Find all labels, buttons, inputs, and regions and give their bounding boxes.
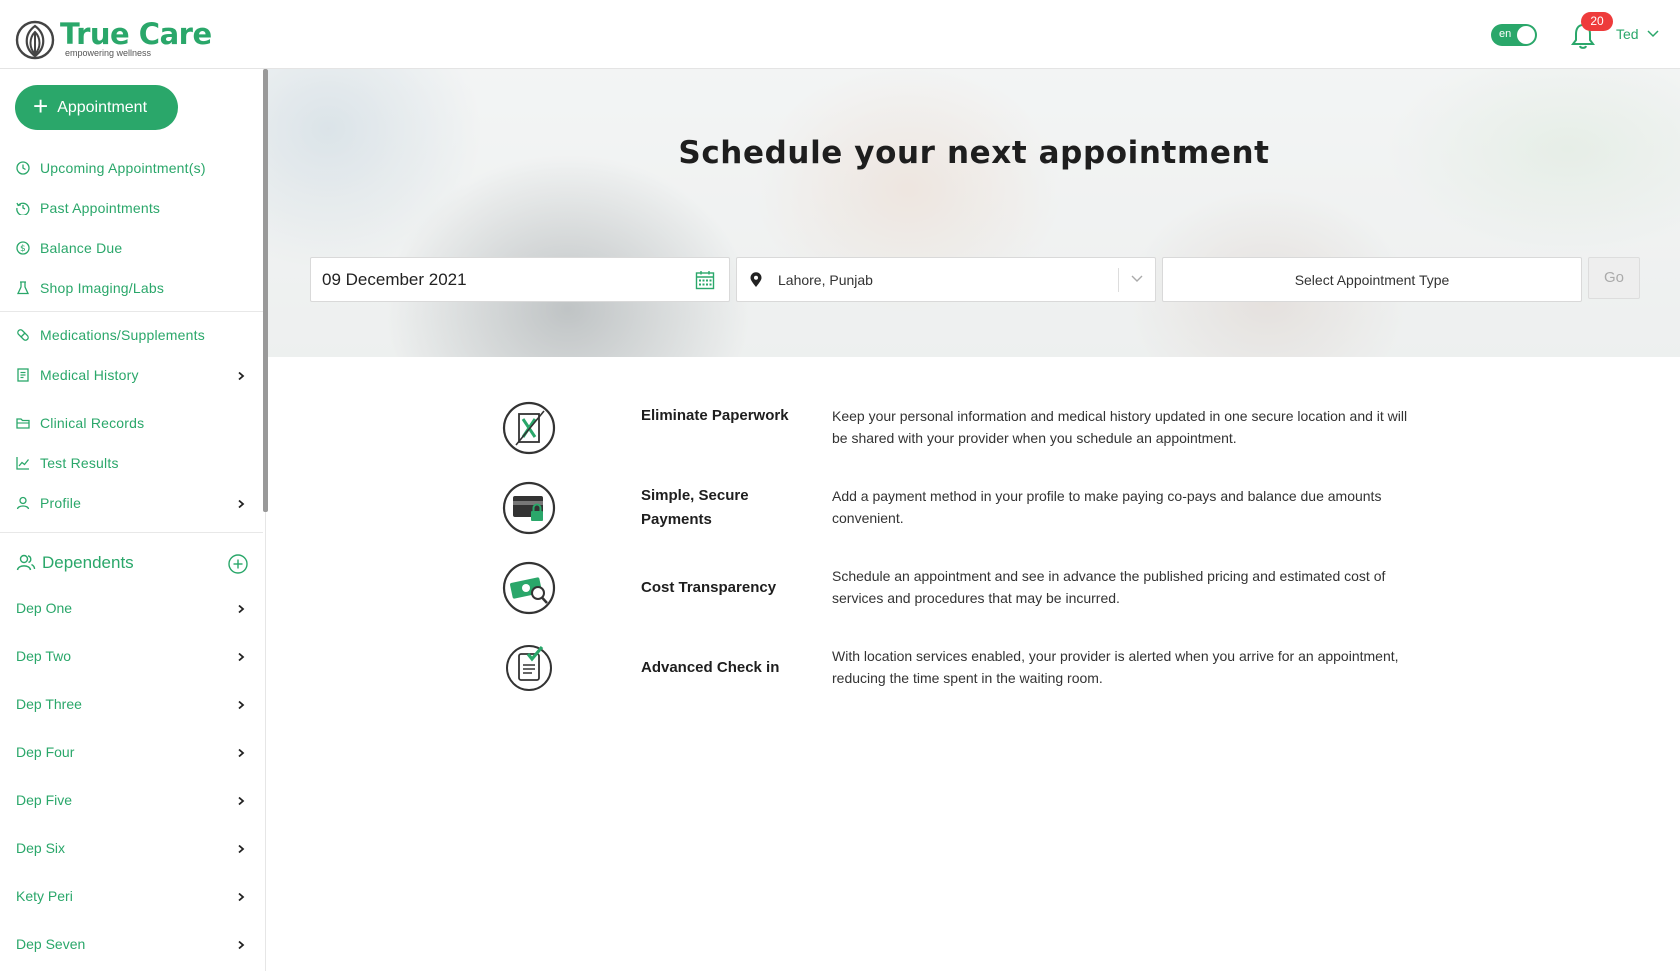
clock-icon	[16, 161, 30, 175]
sidebar-item-medical-history[interactable]: Medical History	[16, 365, 139, 385]
dependent-item[interactable]: Dep Seven	[16, 936, 85, 952]
pill-icon	[17, 329, 29, 341]
date-picker[interactable]: 09 December 2021	[310, 257, 730, 302]
dependent-item[interactable]: Dep Two	[16, 648, 71, 664]
dependent-item[interactable]: Kety Peri	[16, 888, 73, 904]
location-select[interactable]: Lahore, Punjab	[736, 257, 1156, 302]
go-button[interactable]: Go	[1588, 257, 1640, 299]
new-appointment-label: Appointment	[57, 98, 148, 116]
sidebar-item-label: Medications/Supplements	[40, 327, 205, 343]
user-name: Ted	[1616, 26, 1639, 42]
logo-icon	[15, 20, 55, 60]
user-menu[interactable]: Ted	[1616, 26, 1659, 42]
appointment-type-select[interactable]: Select Appointment Type	[1162, 257, 1582, 302]
svg-text:$: $	[20, 244, 26, 254]
sidebar-item-medications[interactable]: Medications/Supplements	[16, 325, 205, 345]
hero-title: Schedule your next appointment	[678, 135, 1270, 171]
user-icon	[16, 496, 30, 510]
feature-description: Keep your personal information and medic…	[832, 408, 1408, 446]
location-value: Lahore, Punjab	[778, 271, 873, 288]
users-icon	[16, 554, 36, 571]
chevron-right-icon[interactable]	[236, 371, 246, 381]
chevron-right-icon[interactable]	[236, 700, 246, 710]
sidebar-item-shop[interactable]: Shop Imaging/Labs	[16, 278, 164, 298]
brand-name: True Care	[60, 17, 212, 51]
language-toggle[interactable]: en	[1491, 24, 1537, 46]
chevron-right-icon[interactable]	[236, 652, 246, 662]
sidebar-item-past[interactable]: Past Appointments	[16, 198, 160, 218]
dependent-item[interactable]: Dep One	[16, 600, 72, 616]
dependent-item[interactable]: Dep Five	[16, 792, 72, 808]
sidebar-item-label: Upcoming Appointment(s)	[40, 160, 206, 176]
dependent-item[interactable]: Dep Six	[16, 840, 65, 856]
sidebar-item-label: Balance Due	[40, 240, 123, 256]
brand-logo[interactable]: True Care empowering wellness	[14, 18, 212, 60]
sidebar-item-profile[interactable]: Profile	[16, 493, 81, 513]
calendar-icon[interactable]	[695, 270, 715, 290]
chart-icon	[16, 457, 30, 470]
sidebar-item-balance[interactable]: $ Balance Due	[16, 238, 122, 258]
sidebar-item-label: Medical History	[40, 367, 139, 383]
dependent-item[interactable]: Dep Four	[16, 744, 74, 760]
chevron-right-icon[interactable]	[236, 940, 246, 950]
sidebar-item-test-results[interactable]: Test Results	[16, 453, 119, 473]
sidebar-divider	[0, 311, 263, 312]
sidebar-item-label: Clinical Records	[40, 415, 145, 431]
toggle-knob	[1517, 26, 1535, 44]
sidebar-item-label: Test Results	[40, 455, 119, 471]
appointment-type-value: Select Appointment Type	[1294, 271, 1450, 288]
chevron-down-icon[interactable]	[1131, 275, 1143, 283]
feature-title: Advanced Check in	[641, 659, 780, 676]
hero-banner: Schedule your next appointment 09 Decemb…	[268, 69, 1680, 357]
flask-icon	[16, 281, 30, 295]
chevron-right-icon[interactable]	[236, 748, 246, 758]
chevron-right-icon[interactable]	[236, 604, 246, 614]
plus-icon: +	[33, 90, 49, 121]
feature-title: Eliminate Paperwork	[641, 407, 789, 424]
chevron-right-icon[interactable]	[236, 844, 246, 854]
checkin-icon	[506, 645, 552, 691]
date-value: 09 December 2021	[322, 269, 467, 289]
add-dependent-icon[interactable]	[228, 554, 248, 574]
history-icon	[16, 202, 30, 215]
folder-icon	[16, 418, 30, 429]
location-pin-icon	[750, 271, 762, 287]
no-paper-icon	[502, 401, 556, 455]
language-label: en	[1499, 28, 1512, 40]
sidebar-item-upcoming[interactable]: Upcoming Appointment(s)	[16, 158, 206, 178]
notification-badge[interactable]: 20	[1581, 12, 1613, 31]
dependents-title: Dependents	[42, 553, 134, 572]
chevron-right-icon[interactable]	[236, 892, 246, 902]
secure-card-icon	[502, 481, 556, 535]
feature-title: Cost Transparency	[641, 579, 777, 596]
sidebar-item-clinical-records[interactable]: Clinical Records	[16, 413, 144, 433]
feature-description: Add a payment method in your profile to …	[832, 488, 1382, 526]
chevron-down-icon	[1647, 30, 1659, 38]
dependents-heading: Dependents	[16, 553, 134, 573]
sidebar-divider	[0, 532, 263, 533]
document-icon	[17, 368, 29, 382]
feature-description: With location services enabled, your pro…	[832, 648, 1399, 686]
sidebar-item-label: Past Appointments	[40, 200, 161, 216]
money-search-icon	[502, 561, 556, 615]
top-header: True Care empowering wellness en 20 Ted	[0, 0, 1680, 69]
chevron-right-icon[interactable]	[236, 499, 246, 509]
feature-description: Schedule an appointment and see in advan…	[832, 568, 1386, 606]
new-appointment-button[interactable]: + Appointment	[15, 85, 178, 130]
dollar-icon: $	[16, 241, 30, 255]
dependent-item[interactable]: Dep Three	[16, 696, 82, 712]
sidebar-item-label: Profile	[40, 495, 82, 511]
sidebar: + Appointment Upcoming Appointment(s) Pa…	[0, 69, 266, 971]
chevron-right-icon[interactable]	[236, 796, 246, 806]
hero-overlay	[268, 69, 1680, 357]
sidebar-item-label: Shop Imaging/Labs	[40, 280, 165, 296]
select-separator	[1118, 268, 1119, 292]
feature-title: Simple, Secure Payments	[641, 487, 749, 528]
